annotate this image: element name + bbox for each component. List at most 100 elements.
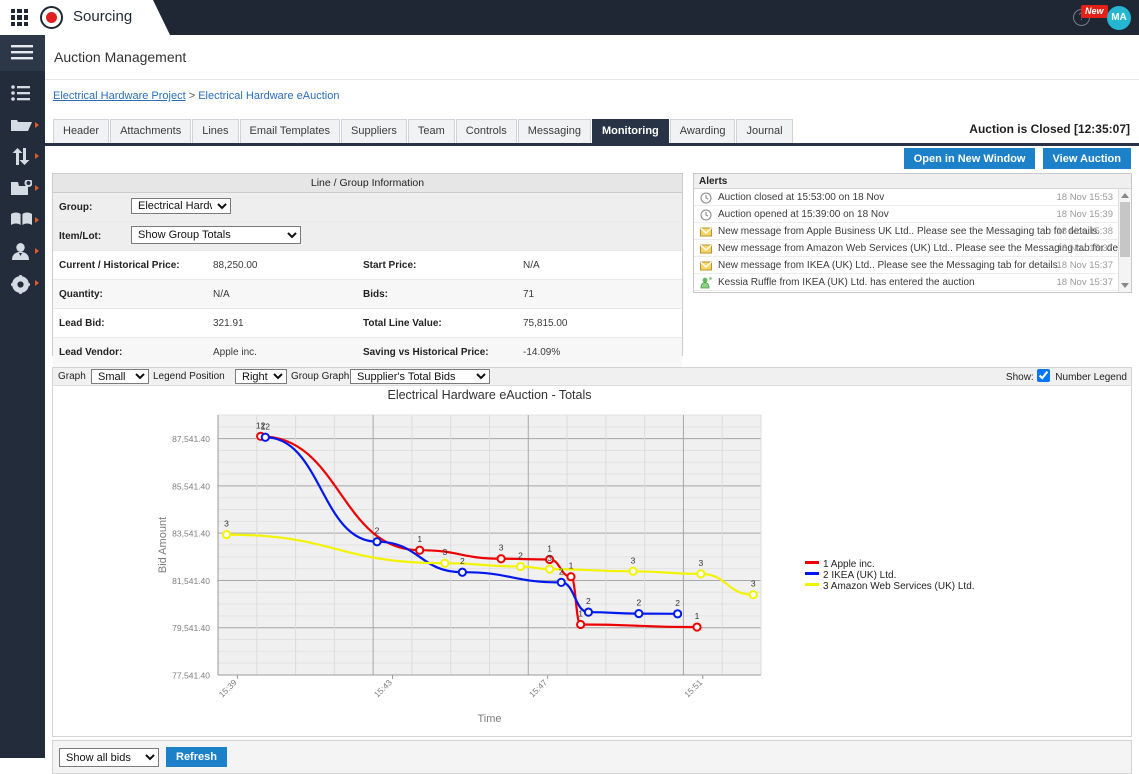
page-content: Auction Management Electrical Hardware P… xyxy=(45,35,1139,774)
alert-row[interactable]: Auction closed at 15:53:00 on 18 Nov 18 N… xyxy=(694,189,1131,206)
legend-swatch xyxy=(805,572,819,575)
chevron-right-icon xyxy=(35,248,39,254)
x-axis-tick-label: 15:47 xyxy=(527,677,549,699)
tab-team[interactable]: Team xyxy=(407,119,455,143)
data-point[interactable] xyxy=(260,432,270,442)
data-point[interactable] xyxy=(556,577,566,587)
sidebar-item-folder[interactable] xyxy=(0,111,45,141)
field-label: Quantity: xyxy=(59,289,103,300)
data-point[interactable] xyxy=(440,558,450,568)
legend-item: 3 Amazon Web Services (UK) Ltd. xyxy=(805,581,975,592)
avatar[interactable]: MA xyxy=(1107,6,1131,30)
data-point-label: 2 xyxy=(675,598,680,608)
y-axis-title: Bid Amount xyxy=(157,517,169,573)
tab-monitoring[interactable]: Monitoring xyxy=(591,119,669,143)
item-lot-select[interactable]: Show Group Totals xyxy=(131,226,301,244)
data-point[interactable] xyxy=(221,530,232,540)
group-graph-select[interactable]: Supplier's Total Bids xyxy=(350,369,490,384)
data-point[interactable] xyxy=(457,567,467,577)
field-label: Current / Historical Price: xyxy=(59,260,180,271)
alert-row[interactable]: Kessia Ruffle from IKEA (UK) Ltd. has en… xyxy=(694,274,1131,291)
sidebar-item-book[interactable] xyxy=(0,206,45,236)
data-point[interactable] xyxy=(748,590,758,600)
chart-legend: 1 Apple inc. 2 IKEA (UK) Ltd. 3 Amazon Web… xyxy=(805,559,975,592)
alert-time: 18 Nov 15:53 xyxy=(1056,192,1113,203)
scroll-up-icon[interactable] xyxy=(1121,193,1129,198)
alert-row[interactable]: New message from Apple Business UK Ltd..… xyxy=(694,223,1131,240)
alert-row[interactable]: New message from IKEA (UK) Ltd.. Please … xyxy=(694,257,1131,274)
data-point[interactable] xyxy=(515,561,526,572)
data-point[interactable] xyxy=(545,564,555,574)
number-legend-checkbox[interactable] xyxy=(1036,369,1050,382)
scrollbar-thumb[interactable] xyxy=(1120,202,1130,257)
graph-size-select[interactable]: Small xyxy=(91,369,149,384)
sidebar-item-person[interactable] xyxy=(0,237,45,267)
chart-toolbar: Graph Small Legend Position Right Group … xyxy=(53,368,1131,386)
alert-row[interactable]: New message from Amazon Web Services (UK… xyxy=(694,240,1131,257)
y-axis-tick-label: 83,541.40 xyxy=(172,529,210,539)
sidebar-item-list[interactable] xyxy=(0,79,45,109)
sidebar-item-folder-badge[interactable] xyxy=(0,174,45,204)
tab-lines[interactable]: Lines xyxy=(192,119,239,143)
data-point-label: 3 xyxy=(224,519,229,529)
data-point[interactable] xyxy=(566,572,576,582)
brand-name: Sourcing xyxy=(73,8,133,25)
transfer-arrows-icon xyxy=(12,148,30,165)
breadcrumb-project-link[interactable]: Electrical Hardware Project xyxy=(53,90,186,102)
tab-underline xyxy=(45,143,1139,146)
open-in-new-window-button[interactable]: Open in New Window xyxy=(903,148,1036,169)
sidebar-item-settings[interactable] xyxy=(0,269,45,299)
field-label-2: Start Price: xyxy=(363,260,417,271)
y-axis-tick-label: 81,541.40 xyxy=(172,576,210,586)
alert-text: Kessia Ruffle from IKEA (UK) Ltd. has en… xyxy=(718,277,975,288)
tab-suppliers[interactable]: Suppliers xyxy=(341,119,407,143)
legend-item: 2 IKEA (UK) Ltd. xyxy=(805,570,975,581)
view-auction-button[interactable]: View Auction xyxy=(1042,148,1131,169)
app-grid-icon[interactable] xyxy=(11,9,28,26)
item-lot-row: Item/Lot: Show Group Totals xyxy=(53,222,682,251)
data-point[interactable] xyxy=(415,545,425,555)
group-graph-label: Group Graph xyxy=(291,371,350,382)
data-point-label: 3 xyxy=(751,579,756,589)
tab-awarding[interactable]: Awarding xyxy=(669,119,736,143)
chevron-right-icon xyxy=(35,185,39,191)
data-point[interactable] xyxy=(496,554,506,564)
sidebar-item-transfer[interactable] xyxy=(0,142,45,172)
alert-row[interactable]: Auction opened at 15:39:00 on 18 Nov 18 N… xyxy=(694,206,1131,223)
legend-position-label: Legend Position xyxy=(153,371,225,382)
legend-position-select[interactable]: Right xyxy=(235,369,287,384)
hamburger-menu-button[interactable] xyxy=(0,35,45,71)
legend-label: 2 IKEA (UK) Ltd. xyxy=(823,570,897,581)
group-row: Group: Electrical Hardware xyxy=(53,193,682,222)
alerts-header: Alerts xyxy=(694,174,1131,189)
refresh-button[interactable]: Refresh xyxy=(166,747,227,767)
help-button[interactable]: ? New xyxy=(1073,5,1108,27)
x-axis-tick-label: 15:39 xyxy=(217,677,239,699)
alert-text: New message from IKEA (UK) Ltd.. Please … xyxy=(718,260,1061,271)
show-label: Show: xyxy=(1005,372,1034,383)
tab-header[interactable]: Header xyxy=(53,119,110,143)
data-point[interactable] xyxy=(372,537,382,547)
data-point[interactable] xyxy=(692,622,702,632)
group-select[interactable]: Electrical Hardware xyxy=(131,198,231,214)
chevron-right-icon xyxy=(35,280,39,286)
tab-controls[interactable]: Controls xyxy=(455,119,517,143)
field-value: N/A xyxy=(213,289,230,300)
tab-messaging[interactable]: Messaging xyxy=(517,119,591,143)
data-point[interactable] xyxy=(634,608,644,619)
tab-journal[interactable]: Journal xyxy=(736,119,793,143)
data-point[interactable] xyxy=(576,619,586,630)
tab-email-templates[interactable]: Email Templates xyxy=(239,119,341,143)
brand-tab[interactable]: Sourcing xyxy=(0,0,170,35)
data-point-label: 3 xyxy=(443,547,448,557)
data-point[interactable] xyxy=(583,607,594,617)
data-point[interactable] xyxy=(696,569,706,579)
scroll-down-icon[interactable] xyxy=(1121,283,1129,288)
data-point[interactable] xyxy=(673,609,683,619)
top-bar: Sourcing ? New MA xyxy=(0,0,1139,35)
x-axis-tick-label: 15:43 xyxy=(372,677,394,699)
alerts-scrollbar[interactable] xyxy=(1118,189,1131,292)
tab-attachments[interactable]: Attachments xyxy=(110,119,192,143)
data-point-label: 1 xyxy=(417,534,422,544)
data-point[interactable] xyxy=(628,566,638,576)
